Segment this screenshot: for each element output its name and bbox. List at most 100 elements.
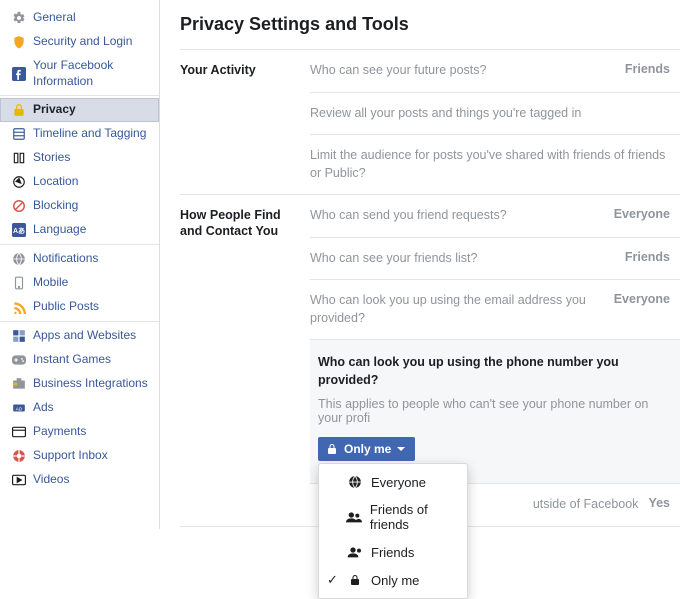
- sidebar-item-label: Location: [33, 174, 78, 190]
- apps-icon: [11, 328, 27, 344]
- check-icon: ✓: [327, 572, 339, 588]
- support-icon: [11, 448, 27, 464]
- option-label: Only me: [371, 573, 419, 588]
- sidebar-item-label: Your Facebook Information: [33, 58, 150, 89]
- row-label: Limit the audience for posts you've shar…: [310, 147, 676, 182]
- section-contact: How People Find and Contact You Who can …: [180, 194, 680, 527]
- sidebar-item-label: Mobile: [33, 275, 68, 291]
- dropdown-option-everyone[interactable]: ✓ Everyone: [319, 468, 467, 496]
- sidebar-item-label: Instant Games: [33, 352, 111, 368]
- selector-label: Only me: [344, 442, 391, 456]
- ads-icon: AD: [11, 400, 27, 416]
- sidebar-item-business[interactable]: Business Integrations: [0, 372, 159, 396]
- sidebar-item-ads[interactable]: AD Ads: [0, 396, 159, 420]
- book-icon: [11, 150, 27, 166]
- sidebar-item-label: Support Inbox: [33, 448, 108, 464]
- audience-selector-button[interactable]: Only me: [318, 437, 415, 461]
- row-sublabel: This applies to people who can't see you…: [318, 397, 676, 425]
- location-icon: [11, 174, 27, 190]
- fb-icon: [11, 66, 27, 82]
- sidebar-item-notifications[interactable]: Notifications: [0, 247, 159, 271]
- gear-icon: [11, 10, 27, 26]
- sidebar-item-label: Language: [33, 222, 86, 238]
- chevron-down-icon: [397, 447, 405, 451]
- sidebar-item-label: Timeline and Tagging: [33, 126, 146, 142]
- sidebar-item-label: Security and Login: [33, 34, 132, 50]
- row-label: Who can see your friends list?: [310, 250, 625, 268]
- friends-of-friends-icon: [346, 509, 362, 525]
- row-value: Everyone: [614, 292, 676, 306]
- row-label: Who can send you friend requests?: [310, 207, 614, 225]
- card-icon: [11, 424, 27, 440]
- sidebar-item-label: Stories: [33, 150, 70, 166]
- globe-icon: [347, 474, 363, 490]
- setting-row-phone-lookup-expanded: Who can look you up using the phone numb…: [310, 339, 680, 483]
- row-label: Review all your posts and things you're …: [310, 105, 676, 123]
- sidebar-item-label: Payments: [33, 424, 86, 440]
- sidebar-item-stories[interactable]: Stories: [0, 146, 159, 170]
- feed-icon: [11, 299, 27, 315]
- sidebar-item-apps[interactable]: Apps and Websites: [0, 324, 159, 348]
- lock-icon: [347, 572, 363, 588]
- sidebar-item-general[interactable]: General: [0, 6, 159, 30]
- row-value: Yes: [648, 496, 676, 510]
- option-label: Friends: [371, 545, 414, 560]
- setting-row-limit-audience[interactable]: Limit the audience for posts you've shar…: [310, 134, 680, 194]
- sidebar-item-label: Public Posts: [33, 299, 99, 315]
- language-icon: Aあ: [11, 222, 27, 238]
- row-value: Everyone: [614, 207, 676, 221]
- sidebar-item-payments[interactable]: Payments: [0, 420, 159, 444]
- sidebar-item-support[interactable]: Support Inbox: [0, 444, 159, 468]
- setting-row-email-lookup[interactable]: Who can look you up using the email addr…: [310, 279, 680, 339]
- dropdown-option-friends[interactable]: ✓ Friends: [319, 538, 467, 566]
- row-label-strong: Who can look you up using the phone numb…: [318, 354, 676, 389]
- sidebar-item-label: Notifications: [33, 251, 98, 267]
- section-heading: Your Activity: [180, 50, 310, 194]
- sidebar-item-label: Business Integrations: [33, 376, 148, 392]
- setting-row-future-posts[interactable]: Who can see your future posts? Friends: [310, 50, 680, 92]
- sidebar-item-mobile[interactable]: Mobile: [0, 271, 159, 295]
- sidebar-item-fb-info[interactable]: Your Facebook Information: [0, 54, 159, 93]
- svg-text:AD: AD: [16, 407, 23, 412]
- sidebar-item-location[interactable]: Location: [0, 170, 159, 194]
- sidebar-item-timeline[interactable]: Timeline and Tagging: [0, 122, 159, 146]
- biz-icon: [11, 376, 27, 392]
- sidebar-item-label: Privacy: [33, 102, 76, 118]
- sidebar-item-videos[interactable]: Videos: [0, 468, 159, 492]
- mobile-icon: [11, 275, 27, 291]
- row-label: Who can see your future posts?: [310, 62, 625, 80]
- section-heading: How People Find and Contact You: [180, 195, 310, 526]
- block-icon: [11, 198, 27, 214]
- friends-icon: [347, 544, 363, 560]
- sidebar-item-blocking[interactable]: Blocking: [0, 194, 159, 218]
- setting-row-friend-requests[interactable]: Who can send you friend requests? Everyo…: [310, 195, 680, 237]
- sidebar-item-label: Videos: [33, 472, 69, 488]
- video-icon: [11, 472, 27, 488]
- option-label: Friends of friends: [370, 502, 457, 532]
- row-value: Friends: [625, 250, 676, 264]
- shield-icon: [11, 34, 27, 50]
- lock-icon: [326, 443, 338, 455]
- setting-row-friends-list[interactable]: Who can see your friends list? Friends: [310, 237, 680, 280]
- main-content: Privacy Settings and Tools Your Activity…: [160, 0, 680, 529]
- sidebar-item-privacy[interactable]: Privacy: [0, 98, 159, 122]
- setting-row-review-posts[interactable]: Review all your posts and things you're …: [310, 92, 680, 135]
- page-title: Privacy Settings and Tools: [180, 14, 680, 35]
- sidebar-item-label: Blocking: [33, 198, 78, 214]
- sidebar-item-label: Ads: [33, 400, 54, 416]
- dropdown-option-friends-of-friends[interactable]: ✓ Friends of friends: [319, 496, 467, 538]
- section-activity: Your Activity Who can see your future po…: [180, 49, 680, 194]
- settings-sidebar: General Security and Login Your Facebook…: [0, 0, 160, 529]
- game-icon: [11, 352, 27, 368]
- sidebar-item-language[interactable]: Aあ Language: [0, 218, 159, 242]
- sidebar-item-instant-games[interactable]: Instant Games: [0, 348, 159, 372]
- row-value: Friends: [625, 62, 676, 76]
- sidebar-item-security[interactable]: Security and Login: [0, 30, 159, 54]
- sidebar-item-label: Apps and Websites: [33, 328, 136, 344]
- sidebar-item-label: General: [33, 10, 76, 26]
- lock-icon: [11, 102, 27, 118]
- sidebar-item-public-posts[interactable]: Public Posts: [0, 295, 159, 319]
- dropdown-option-only-me[interactable]: ✓ Only me: [319, 566, 467, 594]
- audience-dropdown: ✓ Everyone ✓ Friends of friends ✓: [318, 463, 468, 599]
- globe-icon: [11, 251, 27, 267]
